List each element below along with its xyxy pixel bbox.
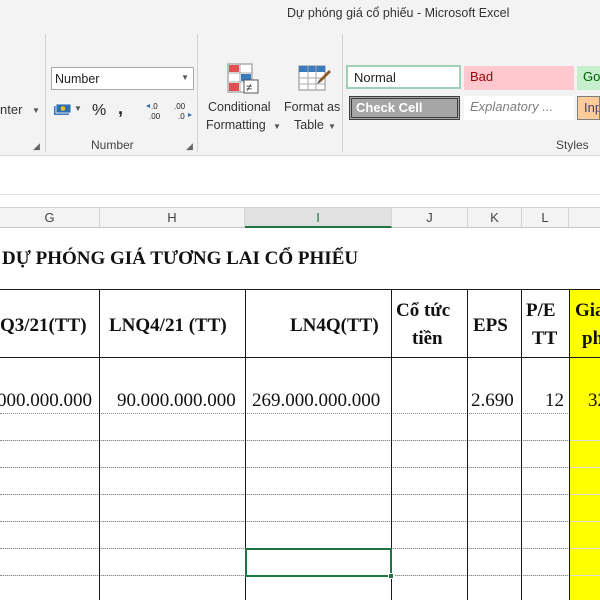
header-tt: TT	[532, 328, 558, 349]
column-header-m[interactable]	[569, 208, 600, 228]
header-ph: ph	[582, 328, 600, 349]
cell-h-value[interactable]: 90.000.000.000	[117, 390, 236, 412]
svg-text:.0: .0	[178, 112, 185, 121]
dotted-border	[0, 521, 570, 522]
format-as-table-label[interactable]: Table	[294, 118, 324, 132]
column-header-i[interactable]: I	[245, 208, 392, 228]
conditional-formatting-label[interactable]: Formatting	[206, 118, 266, 132]
number-format-value: Number	[55, 72, 100, 86]
chevron-down-icon[interactable]: ▼	[328, 122, 336, 131]
style-check-cell[interactable]: Check Cell	[349, 96, 460, 120]
style-input[interactable]: Inp	[577, 96, 600, 120]
header-q3-21: Q3/21(TT)	[0, 315, 87, 336]
currency-format-icon[interactable]	[53, 101, 73, 119]
chevron-down-icon: ▼	[181, 73, 189, 82]
sheet-title: DỰ PHÓNG GIÁ TƯƠNG LAI CỔ PHIẾU	[2, 248, 359, 269]
svg-text:.00: .00	[149, 112, 161, 121]
cell-l-value[interactable]: 12	[545, 390, 564, 412]
table-border-v	[99, 289, 100, 600]
increase-decimal-icon[interactable]: .0 .00	[145, 101, 167, 121]
column-header-j[interactable]: J	[392, 208, 468, 228]
style-good[interactable]: Go	[577, 66, 600, 90]
group-separator	[197, 34, 198, 152]
number-group-label: Number	[91, 138, 134, 152]
style-bad-label: Bad	[470, 69, 494, 84]
style-normal-label: Normal	[354, 70, 396, 85]
cell-i-value[interactable]: 269.000.000.000	[252, 390, 380, 412]
conditional-formatting-icon[interactable]: ≠	[226, 62, 260, 96]
style-normal[interactable]: Normal	[346, 65, 461, 89]
dotted-border	[0, 440, 570, 441]
cell-k-value[interactable]: 2.690	[471, 390, 514, 412]
table-border-v	[569, 289, 570, 600]
comma-style-button[interactable]: ,	[118, 98, 123, 119]
header-ln4q: LN4Q(TT)	[290, 315, 379, 336]
header-gia: Gia	[575, 300, 600, 321]
cell-m-value[interactable]: 32	[588, 390, 600, 412]
styles-group-label: Styles	[556, 138, 589, 152]
style-explanatory[interactable]: Explanatory ...	[464, 96, 574, 120]
header-co-tuc: Cổ tức	[396, 300, 451, 321]
chevron-down-icon[interactable]: ▼	[32, 106, 40, 115]
group-separator	[45, 34, 46, 152]
cell-g-value[interactable]: 000.000.000	[0, 390, 92, 412]
conditional-formatting-button[interactable]: Conditional	[208, 100, 271, 114]
group-separator	[342, 34, 343, 152]
alignment-launcher-icon[interactable]: ◢	[33, 141, 40, 152]
svg-text:≠: ≠	[246, 82, 252, 94]
fill-handle[interactable]	[388, 573, 394, 579]
number-format-dropdown[interactable]: Number ▼	[51, 67, 194, 90]
dotted-border	[0, 494, 570, 495]
header-tien: tiền	[412, 328, 443, 349]
table-border-v	[521, 289, 522, 600]
chevron-down-icon[interactable]: ▼	[74, 104, 82, 113]
svg-text:.00: .00	[174, 102, 186, 111]
decrease-decimal-icon[interactable]: .00 .0	[172, 101, 194, 121]
worksheet-grid[interactable]	[0, 228, 600, 600]
divider	[0, 194, 600, 195]
style-input-label: Inp	[584, 100, 599, 115]
dotted-border	[0, 413, 570, 414]
style-explanatory-label: Explanatory ...	[470, 99, 554, 114]
active-cell-selection[interactable]	[245, 548, 392, 577]
header-eps: EPS	[473, 315, 508, 336]
svg-text:.0: .0	[151, 102, 158, 111]
column-header-l[interactable]: L	[522, 208, 569, 228]
style-good-label: Go	[583, 69, 600, 84]
chevron-down-icon[interactable]: ▼	[273, 122, 281, 131]
table-border-header-bottom	[0, 357, 600, 358]
number-launcher-icon[interactable]: ◢	[186, 141, 193, 152]
column-header-g[interactable]: G	[0, 208, 100, 228]
dotted-border	[0, 467, 570, 468]
title-bar: Dự phóng giá cổ phiếu - Microsoft Excel	[0, 0, 600, 28]
column-header-k[interactable]: K	[468, 208, 522, 228]
merge-center-label[interactable]: nter	[0, 102, 22, 117]
formula-bar-area[interactable]	[0, 156, 600, 208]
style-bad[interactable]: Bad	[464, 66, 574, 90]
header-lnq4-21: LNQ4/21 (TT)	[109, 315, 227, 336]
percent-style-button[interactable]: %	[92, 102, 106, 120]
header-pe: P/E	[526, 300, 556, 321]
column-header-h[interactable]: H	[100, 208, 245, 228]
style-check-cell-label: Check Cell	[356, 100, 423, 115]
window-title: Dự phóng giá cổ phiếu - Microsoft Excel	[287, 6, 510, 20]
table-border-top	[0, 289, 600, 290]
format-as-table-icon[interactable]	[297, 62, 331, 96]
format-as-table-button[interactable]: Format as	[284, 100, 340, 114]
table-border-v	[467, 289, 468, 600]
